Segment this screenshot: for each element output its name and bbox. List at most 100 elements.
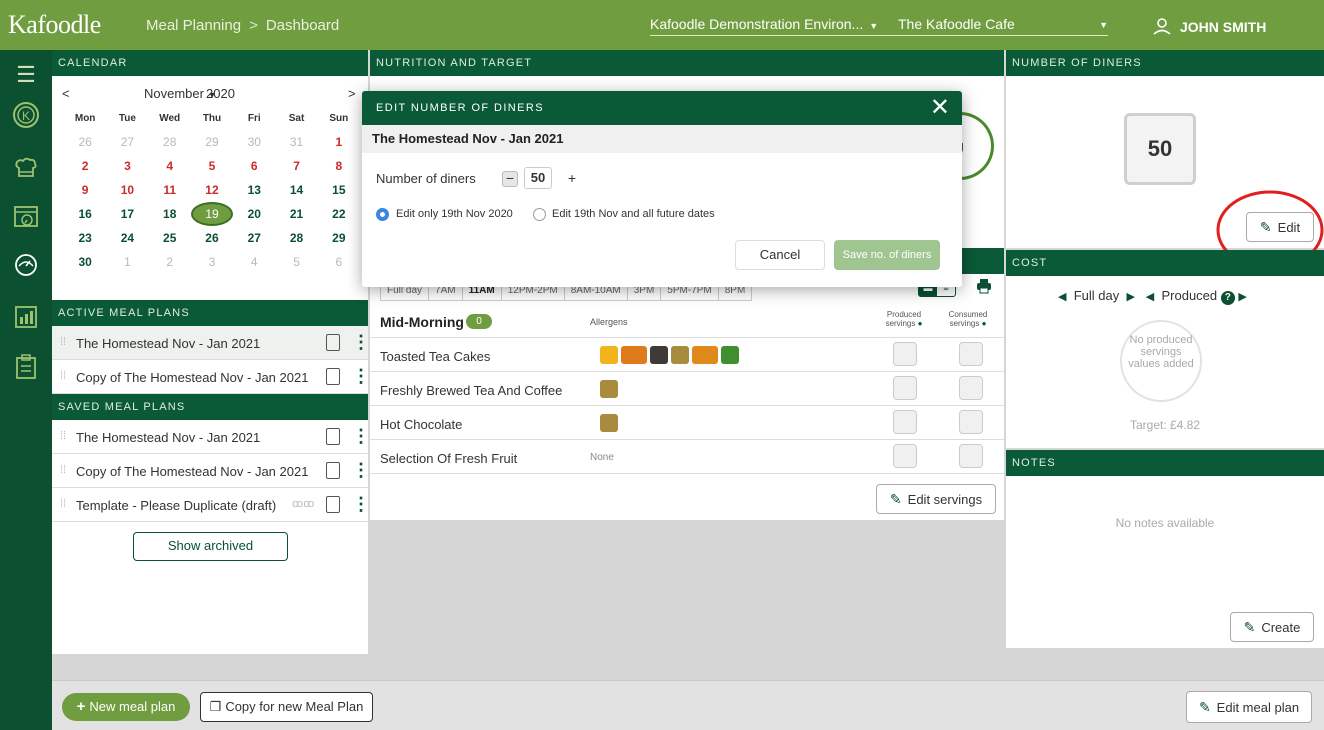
calendar-day[interactable]: 24 [106,231,148,245]
meal-plan-item[interactable]: ⁞⁞ The Homestead Nov - Jan 2021 ⋮ [52,326,370,360]
chef-hat-icon[interactable] [9,154,43,188]
kebab-menu-icon[interactable]: ⋮ [352,494,370,514]
cost-type-prev-icon[interactable]: ◀ [1146,291,1154,303]
help-icon[interactable]: ● [982,319,987,328]
increment-button[interactable]: + [564,171,580,187]
new-meal-plan-button[interactable]: + New meal plan [62,693,190,721]
calendar-day[interactable]: 27 [233,231,275,245]
save-diners-button[interactable]: Save no. of diners [834,240,940,270]
kafoodle-home-icon[interactable]: K [9,100,43,134]
breadcrumb-meal-planning[interactable]: Meal Planning [146,17,241,34]
document-icon[interactable] [326,334,340,351]
drag-handle-icon[interactable]: ⁞⁞ [60,370,66,382]
kebab-menu-icon[interactable]: ⋮ [352,426,370,446]
produced-servings-input[interactable] [893,410,917,434]
produced-servings-input[interactable] [893,444,917,468]
calendar-day[interactable]: 5 [191,159,233,173]
calendar-day[interactable]: 26 [64,135,106,149]
calendar-day[interactable]: 1 [106,255,148,269]
calendar-day[interactable]: 30 [64,255,106,269]
calendar-day[interactable]: 12 [191,183,233,197]
diners-input[interactable]: 50 [524,167,552,189]
clipboard-icon[interactable] [9,354,43,388]
produced-servings-input[interactable] [893,342,917,366]
calendar-day[interactable]: 4 [149,159,191,173]
kebab-menu-icon[interactable]: ⋮ [352,460,370,480]
user-menu[interactable]: JOHN SMITH [1152,16,1266,36]
calendar-day[interactable]: 18 [149,207,191,221]
meal-plan-item[interactable]: ⁞⁞ Copy of The Homestead Nov - Jan 2021 … [52,360,370,394]
calendar-day[interactable]: 2 [64,159,106,173]
cost-type-next-icon[interactable]: ▶ [1238,291,1246,303]
calendar-day[interactable]: 23 [64,231,106,245]
dashboard-gauge-icon[interactable] [9,252,43,286]
produced-servings-input[interactable] [893,376,917,400]
calendar-prev-button[interactable]: < [62,86,70,101]
kebab-menu-icon[interactable]: ⋮ [352,332,370,352]
calendar-day[interactable]: 16 [64,207,106,221]
kafoodle-logo[interactable]: Kafoodle [8,10,101,40]
drag-handle-icon[interactable]: ⁞⁞ [60,464,66,476]
decrement-button[interactable]: − [502,171,518,187]
show-archived-button[interactable]: Show archived [133,532,288,561]
calendar-day[interactable]: 28 [149,135,191,149]
calendar-day[interactable]: 29 [318,231,360,245]
document-icon[interactable] [326,428,340,445]
calendar-day[interactable]: 4 [233,255,275,269]
calendar-day[interactable]: 26 [191,231,233,245]
table-row[interactable]: Toasted Tea Cakes [370,338,1004,372]
calendar-day[interactable]: 10 [106,183,148,197]
calendar-day[interactable]: 21 [275,207,317,221]
calendar-day[interactable]: 30 [233,135,275,149]
calendar-day[interactable]: 9 [64,183,106,197]
consumed-servings-input[interactable] [959,410,983,434]
edit-only-date-radio[interactable] [376,208,389,221]
site-select[interactable]: The Kafoodle Cafe ▼ [898,16,1108,36]
calendar-day[interactable]: 11 [149,183,191,197]
consumed-servings-input[interactable] [959,342,983,366]
calendar-day[interactable]: 5 [275,255,317,269]
calendar-day[interactable]: 7 [275,159,317,173]
calendar-day[interactable]: 14 [275,183,317,197]
help-icon[interactable]: ● [918,319,923,328]
calendar-day[interactable]: 1 [318,135,360,149]
kebab-menu-icon[interactable]: ⋮ [352,366,370,386]
edit-servings-button[interactable]: ✎ Edit servings [876,484,996,514]
calendar-day[interactable]: 6 [318,255,360,269]
calendar-day[interactable]: 22 [318,207,360,221]
table-row[interactable]: Selection Of Fresh Fruit None [370,440,1004,474]
edit-future-dates-radio[interactable] [533,208,546,221]
calendar-day[interactable]: 15 [318,183,360,197]
create-note-button[interactable]: ✎ Create [1230,612,1314,642]
calendar-day[interactable]: 20 [233,207,275,221]
calendar-day[interactable]: 8 [318,159,360,173]
calendar-day[interactable]: 29 [191,135,233,149]
copy-meal-plan-button[interactable]: ❐ Copy for new Meal Plan [200,692,373,722]
calendar-day[interactable]: 28 [275,231,317,245]
hamburger-menu-icon[interactable]: ☰ [9,58,43,92]
consumed-servings-input[interactable] [959,376,983,400]
calendar-day[interactable]: 17 [106,207,148,221]
cost-mode-prev-icon[interactable]: ◀ [1058,291,1066,303]
calendar-day[interactable]: 25 [149,231,191,245]
document-icon[interactable] [326,368,340,385]
meal-plan-item[interactable]: ⁞⁞ Copy of The Homestead Nov - Jan 2021 … [52,454,370,488]
reports-chart-icon[interactable] [9,304,43,338]
calendar-day[interactable]: 3 [106,159,148,173]
print-icon[interactable] [976,278,992,294]
drag-handle-icon[interactable]: ⁞⁞ [60,430,66,442]
calendar-year[interactable]: 2020 [206,86,235,101]
calendar-next-button[interactable]: > [348,86,356,101]
edit-meal-plan-button[interactable]: ✎ Edit meal plan [1186,691,1312,723]
help-icon[interactable]: ? [1220,291,1235,305]
document-icon[interactable] [326,462,340,479]
document-icon[interactable] [326,496,340,513]
calendar-day[interactable]: 31 [275,135,317,149]
calendar-day[interactable]: 2 [149,255,191,269]
cancel-button[interactable]: Cancel [735,240,825,270]
environment-select[interactable]: Kafoodle Demonstration Environ... ▼ [650,16,902,36]
calendar-clock-icon[interactable] [9,202,43,236]
drag-handle-icon[interactable]: ⁞⁞ [60,498,66,510]
drag-handle-icon[interactable]: ⁞⁞ [60,336,66,348]
table-row[interactable]: Hot Chocolate [370,406,1004,440]
